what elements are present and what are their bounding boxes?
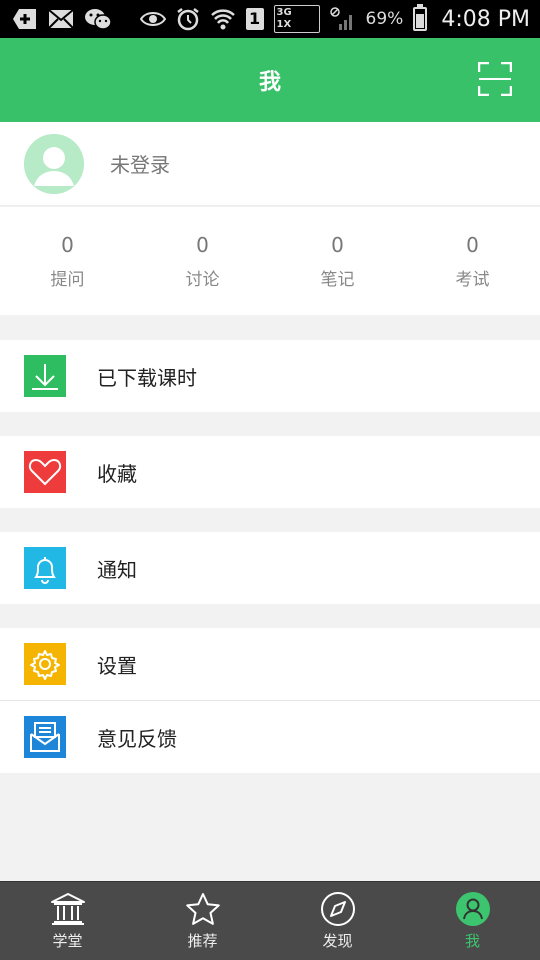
school-icon [50, 891, 86, 927]
stats-row: 0 提问 0 讨论 0 笔记 0 考试 [0, 207, 540, 315]
user-icon [455, 891, 491, 927]
menu-item-favorites[interactable]: 收藏 [0, 436, 540, 508]
mail-notification-icon [48, 9, 74, 29]
tab-recommend[interactable]: 推荐 [135, 882, 270, 960]
menu-label: 设置 [97, 653, 137, 678]
stat-label: 讨论 [185, 269, 220, 290]
stat-value: 0 [196, 232, 209, 257]
gear-icon [24, 643, 66, 685]
notification-icons [12, 7, 112, 31]
mail-icon [24, 716, 66, 758]
tab-me[interactable]: 我 [405, 882, 540, 960]
stat-value: 0 [331, 232, 344, 257]
network-type-indicator: 3G 1X [273, 5, 320, 33]
login-status[interactable]: 未登录 [110, 149, 170, 178]
menu-label: 意见反馈 [97, 726, 177, 751]
stat-value: 0 [61, 232, 74, 257]
menu-label: 通知 [97, 557, 137, 582]
stat-notes[interactable]: 0 笔记 [270, 207, 405, 315]
bell-icon [24, 547, 66, 589]
clock: 4:08 PM [441, 6, 530, 32]
menu-label: 已下载课时 [97, 365, 197, 390]
stat-value: 0 [466, 232, 479, 257]
tab-discover[interactable]: 发现 [270, 882, 405, 960]
eye-icon [139, 10, 166, 28]
profile-row[interactable]: 未登录 [0, 122, 540, 206]
stat-label: 笔记 [320, 269, 355, 290]
wechat-notification-icon [84, 7, 112, 31]
menu-item-settings[interactable]: 设置 [0, 628, 540, 700]
stat-label: 考试 [455, 269, 490, 290]
default-avatar-icon [24, 133, 84, 194]
star-icon [185, 891, 221, 927]
signal-icon [329, 7, 356, 31]
stat-questions[interactable]: 0 提问 [0, 207, 135, 315]
scan-icon [477, 61, 513, 97]
stat-discussions[interactable]: 0 讨论 [135, 207, 270, 315]
menu-item-notifications[interactable]: 通知 [0, 532, 540, 604]
stat-exams[interactable]: 0 考试 [405, 207, 540, 315]
system-indicators: 1 3G 1X 69% 4:08 PM [139, 4, 530, 33]
wifi-icon [210, 7, 236, 31]
add-notification-icon [12, 8, 38, 30]
battery-percentage: 69% [365, 9, 404, 29]
menu-item-feedback[interactable]: 意见反馈 [0, 701, 540, 773]
sim-slot-indicator: 1 [245, 8, 264, 30]
download-icon [24, 355, 66, 397]
bottom-navigation: 学堂 推荐 发现 我 [0, 881, 540, 960]
tab-label: 发现 [322, 932, 353, 950]
alarm-icon [176, 7, 200, 31]
battery-icon [413, 4, 428, 31]
tab-label: 学堂 [52, 932, 83, 950]
avatar[interactable] [24, 133, 84, 194]
heart-icon [24, 451, 66, 493]
status-bar: 1 3G 1X 69% 4:08 PM [0, 0, 540, 38]
app-header: 我 [0, 38, 540, 122]
stat-label: 提问 [50, 269, 85, 290]
tab-label: 我 [464, 932, 480, 950]
tab-label: 推荐 [187, 932, 218, 950]
page-title: 我 [258, 70, 281, 95]
scan-button[interactable] [477, 61, 513, 97]
menu-label: 收藏 [97, 461, 137, 486]
compass-icon [320, 891, 356, 927]
tab-school[interactable]: 学堂 [0, 882, 135, 960]
menu-item-downloaded-lessons[interactable]: 已下载课时 [0, 340, 540, 412]
